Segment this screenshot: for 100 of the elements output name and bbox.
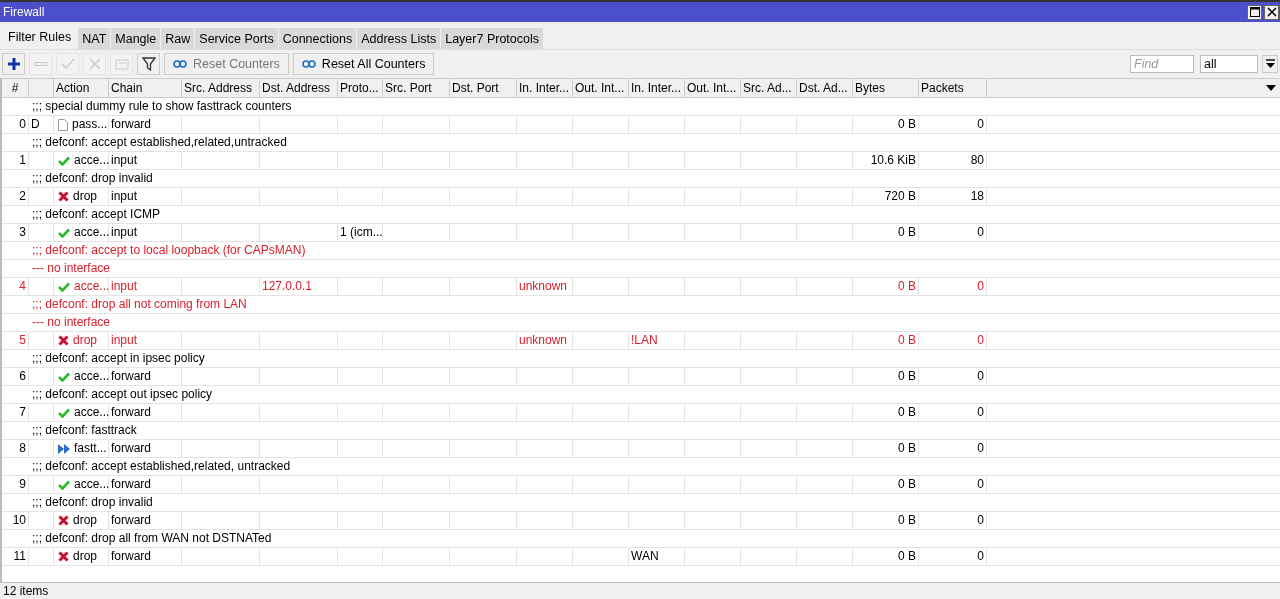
table-cell: drop [73,512,98,529]
table-cell: 1 [19,152,26,169]
flag-cell: D [31,116,40,133]
table-cell: 10 [12,512,26,529]
column-header[interactable]: In. Inter... [629,79,685,97]
table-cell: 0 B [898,116,916,133]
column-header[interactable]: # [2,79,29,97]
table-cell: acce... [74,278,110,295]
rule-comment: ;;; defconf: fasttrack [32,423,137,437]
tab[interactable]: Address Lists [357,28,441,49]
table-cell: 0 [977,440,984,457]
table-cell: acce... [74,476,110,493]
table-cell: !LAN [631,332,658,349]
rule-comment: ;;; defconf: accept ICMP [32,207,161,221]
table-cell: 7 [19,404,26,421]
column-header[interactable]: Proto... [338,79,383,97]
table-cell: drop [73,332,98,349]
fast-forward-icon [58,443,70,454]
table-cell: 0 B [898,368,916,385]
table-cell: 0 [977,368,984,385]
reset-icon [301,59,316,69]
check-icon [58,155,70,166]
table-cell: forward [111,404,151,421]
column-header[interactable]: Dst. Address [260,79,338,97]
table-cell: input [111,278,138,295]
table-cell: 127.0.0.1 [262,278,313,295]
rule-comment: ;;; defconf: drop invalid [32,171,153,185]
scope-field[interactable]: all [1200,55,1258,73]
cross-icon [58,515,69,526]
item-count: 12 items [3,584,49,598]
rule-comment: ;;; defconf: accept out ipsec policy [32,387,213,401]
column-header[interactable]: Action [54,79,109,97]
document-icon [58,118,68,131]
table-cell: input [111,332,138,349]
tab[interactable]: Layer7 Protocols [441,28,543,49]
dropdown-button[interactable] [1262,55,1278,73]
table-cell: 0 [977,512,984,529]
find-field[interactable]: Find [1130,55,1194,73]
window-title: Firewall [2,5,45,19]
table-cell: 0 B [898,278,916,295]
note-icon [114,57,129,71]
table-cell: 0 B [898,404,916,421]
check-icon [58,227,70,238]
column-menu-icon[interactable] [1266,85,1276,91]
table-cell: 0 B [898,332,916,349]
table-cell: 720 B [884,188,916,205]
table-cell: forward [111,368,151,385]
table-cell: pass... [72,116,108,133]
table-cell: acce... [74,368,110,385]
table-cell: input [111,224,138,241]
column-header[interactable]: Packets [919,79,987,97]
column-header[interactable]: Dst. Ad... [797,79,853,97]
table-cell: acce... [74,224,110,241]
close-button[interactable] [1264,4,1279,20]
column-header[interactable]: Out. Int... [685,79,741,97]
table-cell: forward [111,476,151,493]
column-header[interactable]: Src. Ad... [741,79,797,97]
table-cell: acce... [74,152,110,169]
tab[interactable]: NAT [78,28,111,49]
tab[interactable]: Raw [161,28,195,49]
table-cell: input [111,152,138,169]
add-button[interactable] [2,53,25,75]
table-cell: input [111,188,138,205]
column-header[interactable]: In. Inter... [517,79,573,97]
column-header[interactable]: Src. Port [383,79,450,97]
tab[interactable]: Connections [278,28,357,49]
table-cell: 18 [970,188,984,205]
filter-button[interactable] [137,53,160,75]
table-cell: 2 [19,188,26,205]
table-cell: WAN [631,548,659,565]
reset-icon [173,59,187,69]
cross-icon [87,57,102,71]
rule-comment: ;;; defconf: accept in ipsec policy [32,351,205,365]
column-header[interactable]: Chain [109,79,182,97]
column-header[interactable]: Dst. Port [450,79,517,97]
check-icon [58,407,70,418]
table-cell: forward [111,116,151,133]
table-cell: 0 [977,278,984,295]
table-cell: 0 B [898,548,916,565]
table-cell: 0 B [898,224,916,241]
reset-counters-button[interactable]: Reset All Counters [292,53,435,75]
cross-icon [58,551,69,562]
column-header[interactable]: Out. Int... [573,79,629,97]
check-icon [60,57,75,71]
tab[interactable]: Mangle [111,28,161,49]
table-cell: 0 [977,548,984,565]
column-header[interactable]: Src. Address [182,79,260,97]
table-cell: 6 [19,368,26,385]
table-cell: 10.6 KiB [870,152,916,169]
tab[interactable]: Service Ports [195,28,278,49]
table-cell: 0 [977,332,984,349]
rule-comment: ;;; defconf: drop all not coming from LAN [32,297,247,311]
table-cell: unknown [519,278,568,295]
rule-comment: --- no interface [32,315,111,329]
maximize-button[interactable] [1247,4,1262,20]
filter-icon [141,57,156,71]
table-cell: 0 B [898,512,916,529]
table-cell: forward [111,512,151,529]
column-header[interactable]: Bytes [853,79,919,97]
table-cell: acce... [74,404,110,421]
